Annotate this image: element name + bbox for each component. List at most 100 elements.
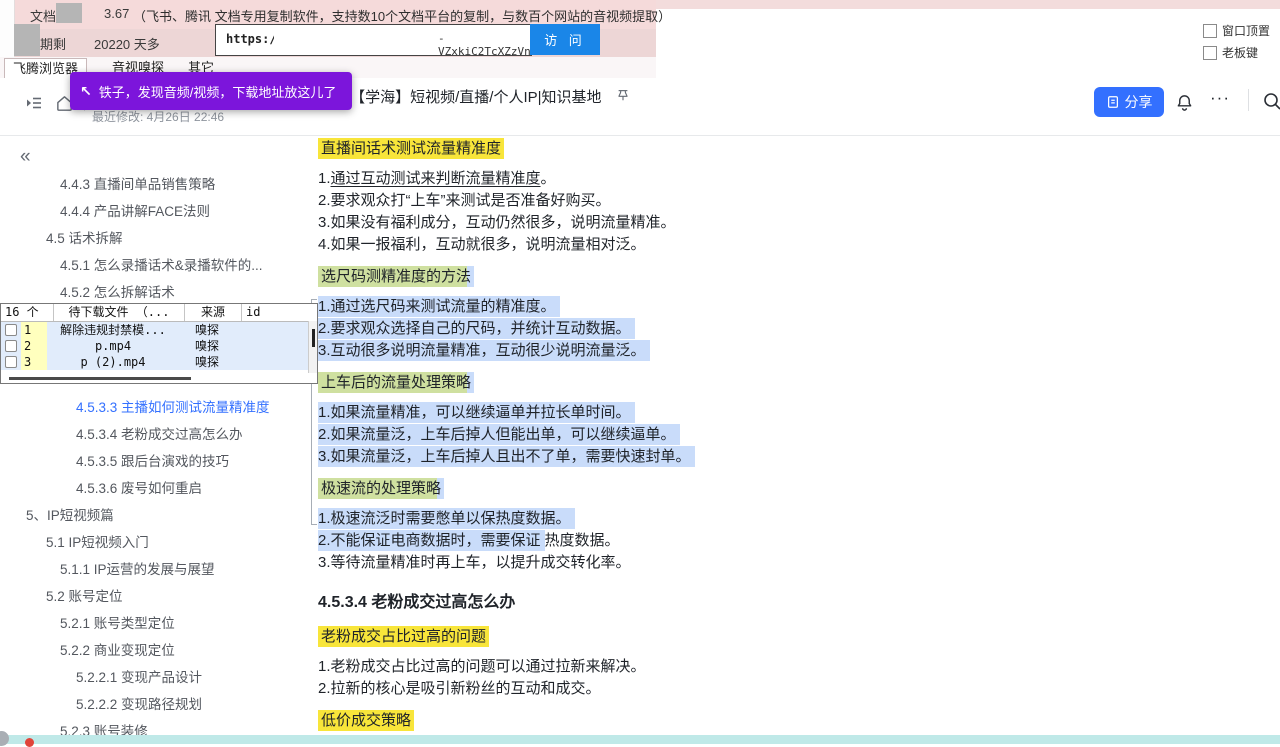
row-checkbox[interactable]	[1, 354, 21, 370]
row-checkbox[interactable]	[1, 338, 21, 354]
scrollbar-thumb[interactable]	[312, 329, 315, 347]
row-source: 嗅探	[179, 338, 235, 354]
share-button[interactable]: 分享	[1094, 87, 1164, 117]
url-tail: -VZxkiC2TcXZzVnzo	[438, 32, 544, 58]
paragraph-line: 2.要求观众打“上车”来测试是否准备好购买。	[318, 190, 918, 212]
visit-button[interactable]: 访 问	[530, 24, 600, 55]
paragraph-line: 3.如果流量泛，上车后掉人且出不了单，需要快速封单。	[318, 446, 918, 468]
paragraph-line: 1.如果流量精准，可以继续逼单并拉长单时间。	[318, 402, 918, 424]
row-source: 嗅探	[179, 322, 235, 338]
row-number: 1	[21, 322, 47, 338]
window-left-edge	[0, 0, 15, 57]
selected-text: 2.要求观众选择自己的尺码，并统计互动数据。	[318, 318, 635, 339]
download-list-header: 16 个 待下载文件 （... 来源 id	[1, 304, 317, 322]
last-modified: 最近修改: 4月26日 22:46	[92, 108, 224, 125]
download-row[interactable]: 3 p (2).mp4 嗅探	[1, 354, 317, 370]
outline-item[interactable]: 4.4.3 直播间单品销售策略	[0, 171, 312, 198]
checkbox-square-icon[interactable]	[1203, 46, 1217, 60]
paragraph-line: 4.如果一报福利，互动就很多，说明流量相对泛。	[318, 234, 918, 256]
row-number: 3	[21, 354, 47, 370]
taskbar-strip	[0, 735, 1280, 744]
selected-text: 1.极速流泛时需要憋单以保热度数据。	[318, 508, 575, 529]
highlighted-heading-selected: 选尺码测精准度的方法	[318, 266, 474, 287]
expiry-label: 期剩	[40, 34, 66, 53]
pin-icon[interactable]	[616, 88, 630, 105]
outline-item[interactable]: 5.2.2 商业变现定位	[0, 637, 312, 664]
copier-doc-label: 文档	[30, 6, 56, 25]
list-suffix: 。	[541, 170, 556, 187]
copier-tagline: （飞书、腾讯 文档专用复制软件，支持数10个文档平台的复制，与数百个网站的音视频…	[133, 6, 671, 25]
checkbox-window-top[interactable]: 窗口顶置	[1203, 22, 1270, 39]
download-row[interactable]: 2 p.mp4 嗅探	[1, 338, 317, 354]
redaction-patch	[56, 3, 82, 23]
checkbox-window-top-label: 窗口顶置	[1222, 22, 1270, 39]
search-icon[interactable]	[1262, 91, 1280, 111]
highlighted-heading-selected: 极速流的处理策略	[318, 478, 444, 499]
bell-icon[interactable]	[1174, 92, 1194, 112]
highlighted-heading-selected: 上车后的流量处理策略	[318, 372, 474, 393]
outline-item[interactable]: 4.4.4 产品讲解FACE法则	[0, 198, 312, 225]
paragraph-line: 3.如果没有福利成分，互动仍然很多，说明流量精准。	[318, 212, 918, 234]
paragraph-line: 1.极速流泛时需要憋单以保热度数据。	[318, 508, 918, 530]
paragraph-line: 1.通过选尺码来测试流量的精准度。	[318, 296, 918, 318]
selected-text: 1.如果流量精准，可以继续逼单并拉长单时间。	[318, 402, 635, 423]
section-heading: 4.5.3.4 老粉成交过高怎么办	[318, 592, 918, 614]
outline-item[interactable]: 4.5.3.6 废号如何重启	[0, 475, 312, 502]
url-input[interactable]: https:// -VZxkiC2TcXZzVnzo	[215, 24, 532, 56]
column-file: 待下载文件 （...	[54, 304, 185, 321]
download-row[interactable]: 1 解除违规封禁模... 嗅探	[1, 322, 317, 338]
vertical-scrollbar[interactable]	[308, 321, 317, 373]
outline-item[interactable]: 5.2.2.1 变现产品设计	[0, 664, 312, 691]
outline-item-active[interactable]: 4.5.3.3 主播如何测试流量精准度	[0, 394, 312, 421]
paragraph-line: 1.通过互动测试来判断流量精准度。	[318, 168, 918, 190]
share-label: 分享	[1125, 92, 1153, 112]
underlined-text: 通过互动测试来判断流量精准度	[331, 170, 541, 187]
outline-item[interactable]: 5.2 账号定位	[0, 583, 312, 610]
expiry-value: 20220 天多	[94, 34, 160, 53]
checkbox-square-icon[interactable]	[1203, 24, 1217, 38]
outline-item[interactable]: 4.5.1 怎么录播话术&录播软件的...	[0, 252, 312, 279]
paragraph-line: 3.等待流量精准时再上车，以提升成交转化率。	[318, 552, 918, 574]
highlighted-heading: 低价成交策略	[318, 710, 414, 731]
highlighted-heading: 直播间话术测试流量精准度	[318, 138, 504, 159]
outline-item[interactable]: 4.5.3.4 老粉成交过高怎么办	[0, 421, 312, 448]
header-divider	[1248, 89, 1249, 111]
sniffer-tooltip: ↖ 铁子，发现音频/视频，下载地址放这儿了	[70, 72, 352, 110]
page-title: 【学海】短视频/直播/个人IP|知识基地	[350, 86, 601, 107]
outline-toggle-icon[interactable]	[24, 93, 44, 113]
row-number: 2	[21, 338, 47, 354]
paragraph-line: 2.不能保证电商数据时，需要保证热度数据。	[318, 530, 918, 552]
row-file-name: 解除违规封禁模...	[47, 322, 179, 338]
column-source: 来源	[185, 304, 242, 321]
copier-version: 3.67	[104, 6, 129, 21]
paragraph-line: 1.老粉成交占比过高的问题可以通过拉新来解决。	[318, 656, 918, 678]
row-file-name: p (2).mp4	[47, 354, 179, 370]
outline-item[interactable]: 5.2.2.2 变现路径规划	[0, 691, 312, 718]
checkbox-boss-key[interactable]: 老板键	[1203, 44, 1258, 61]
cursor-arrow-icon: ↖	[80, 83, 92, 100]
taskbar-app-icon[interactable]	[25, 738, 34, 747]
row-checkbox[interactable]	[1, 322, 21, 338]
paragraph-line: 2.拉新的核心是吸引新粉丝的互动和成交。	[318, 678, 918, 700]
paragraph-line: 2.要求观众选择自己的尺码，并统计互动数据。	[318, 318, 918, 340]
selected-text: 1.通过选尺码来测试流量的精准度。	[318, 296, 560, 317]
outline-item[interactable]: 4.5 话术拆解	[0, 225, 312, 252]
document-body: 直播间话术测试流量精准度 1.通过互动测试来判断流量精准度。 2.要求观众打“上…	[318, 138, 918, 740]
outline-item[interactable]: 4.5.3.5 跟后台演戏的技巧	[0, 448, 312, 475]
redaction-patch	[14, 24, 40, 56]
outline-toggle-glyph	[25, 94, 43, 112]
row-file-name: p.mp4	[47, 338, 179, 354]
copier-titlebar-strip	[656, 0, 1280, 9]
selected-text: 2.如果流量泛，上车后掉人但能出单，可以继续逼单。	[318, 424, 680, 445]
horizontal-scrollbar[interactable]	[9, 377, 191, 380]
outline-sidebar: 4.4.3 直播间单品销售策略 4.4.4 产品讲解FACE法则 4.5 话术拆…	[0, 135, 312, 744]
highlighted-heading: 老粉成交占比过高的问题	[318, 626, 489, 647]
outline-item[interactable]: 5.1.1 IP运营的发展与展望	[0, 556, 312, 583]
outline-item[interactable]: 4.5.2 怎么拆解话术	[0, 279, 312, 306]
outline-item[interactable]: 5.1 IP短视频入门	[0, 529, 312, 556]
outline-item[interactable]: 5.2.1 账号类型定位	[0, 610, 312, 637]
list-prefix: 1.	[318, 170, 331, 187]
outline-item[interactable]: 5、IP短视频篇	[0, 502, 312, 529]
more-options-icon[interactable]: ···	[1210, 88, 1230, 108]
paragraph-line: 2.如果流量泛，上车后掉人但能出单，可以继续逼单。	[318, 424, 918, 446]
